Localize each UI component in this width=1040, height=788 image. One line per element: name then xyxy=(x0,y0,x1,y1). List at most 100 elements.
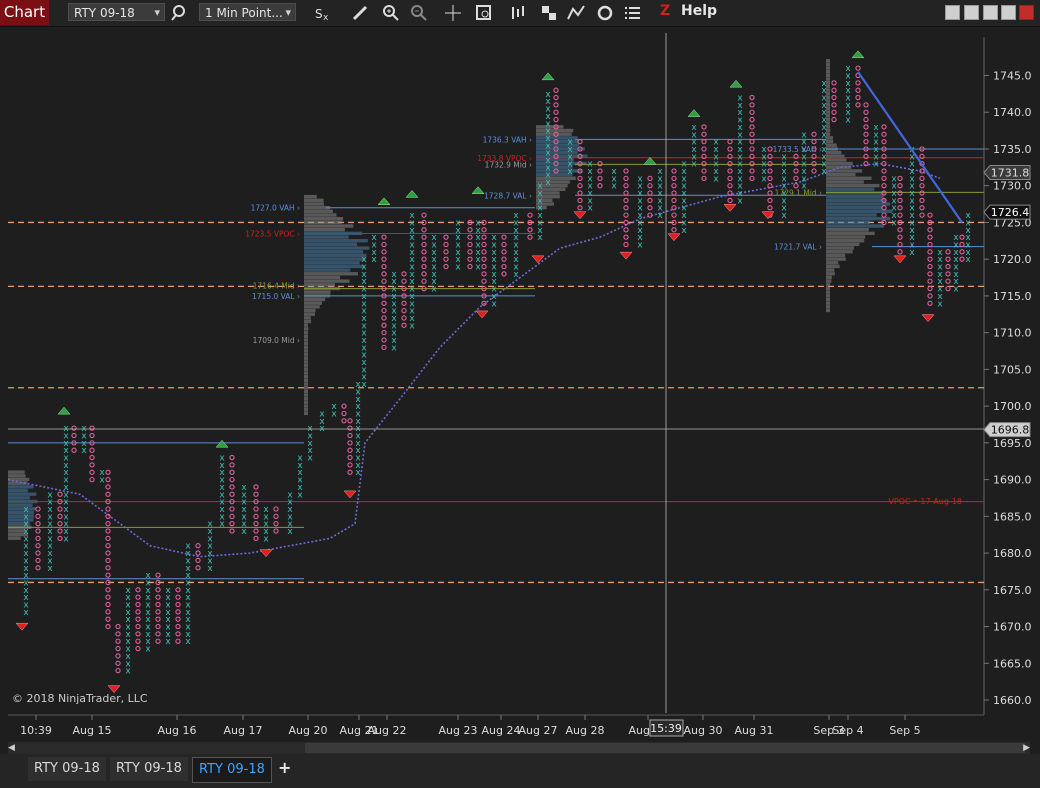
profile-bar xyxy=(304,385,308,390)
window-control-2[interactable] xyxy=(964,5,979,20)
profile-bar xyxy=(826,275,832,280)
close-button[interactable] xyxy=(1019,5,1034,20)
profile-bar xyxy=(304,382,308,386)
price-tick-label: 1670.0 xyxy=(993,621,1032,634)
maximize-button[interactable] xyxy=(1001,5,1016,20)
menu-icon[interactable] xyxy=(623,3,643,23)
profile-label: 1733.5 VAH › xyxy=(773,145,822,154)
profile-bar xyxy=(826,297,830,302)
profile-bar xyxy=(826,209,893,214)
scroll-left-icon[interactable]: ◀ xyxy=(8,743,15,753)
indicators-icon[interactable] xyxy=(566,3,586,23)
time-tick-label: Aug 22 xyxy=(368,724,407,737)
pf-x-box: x xyxy=(23,505,29,515)
price-tick-label: 1710.0 xyxy=(993,327,1032,340)
pf-x-box: x xyxy=(491,233,497,243)
profile-bar xyxy=(826,235,866,239)
horizontal-scrollbar[interactable]: ◀ ▶ xyxy=(8,742,1030,754)
profile-bar xyxy=(826,202,890,206)
price-tick-label: 1700.0 xyxy=(993,400,1032,413)
profile-bar xyxy=(826,62,830,67)
crosshair-time-box: 15:39 xyxy=(649,719,684,737)
pf-x-box: x xyxy=(287,490,293,500)
price-tick-label: 1705.0 xyxy=(993,363,1032,376)
price-tick-label: 1660.0 xyxy=(993,694,1032,707)
profile-bar xyxy=(826,70,830,74)
profile-bar xyxy=(8,496,30,500)
scroll-right-icon[interactable]: ▶ xyxy=(1023,743,1030,753)
instrument-selector[interactable]: RTY 09-18 ▾ xyxy=(68,3,165,21)
price-tick-label: 1740.0 xyxy=(993,106,1032,119)
price-tick-label: 1735.0 xyxy=(993,143,1032,156)
tab-rty-2[interactable]: RTY 09-18 xyxy=(110,757,188,781)
data-box-icon[interactable] xyxy=(474,3,494,23)
refresh-icon[interactable] xyxy=(595,3,615,23)
search-icon[interactable] xyxy=(170,3,190,23)
pf-x-box: x xyxy=(145,571,151,581)
profile-bar xyxy=(826,290,830,294)
profile-label: 1716.4 Mid › xyxy=(253,282,300,291)
chevron-down-icon: ▾ xyxy=(154,6,160,19)
price-marker-label: 1731.8 xyxy=(991,166,1030,179)
profile-bar xyxy=(304,323,308,327)
profile-bar xyxy=(826,308,830,313)
profile-bar xyxy=(304,374,308,379)
pf-x-box: x xyxy=(873,123,879,133)
help-button[interactable]: Help xyxy=(681,3,717,19)
profile-bar xyxy=(536,128,574,133)
profile-bar xyxy=(304,198,324,202)
chart-panel[interactable]: x x x x x x x x x x x x x x x x x x x x x x x x x x x x x x x x x x x x x x x x… xyxy=(0,27,1040,741)
pf-x-box: x xyxy=(637,174,643,184)
properties-icon[interactable] xyxy=(539,3,559,23)
interval-selector[interactable]: 1 Min Point... ▾ xyxy=(199,3,296,21)
time-tick-label: Aug 30 xyxy=(684,724,723,737)
pf-x-box: x xyxy=(845,64,851,74)
pf-x-box: x xyxy=(567,138,573,148)
time-tick-label: Aug 28 xyxy=(566,724,605,737)
profile-bar xyxy=(304,257,366,261)
profile-bar xyxy=(304,250,364,254)
profile-bar xyxy=(8,518,34,522)
profile-bar xyxy=(826,161,853,166)
profile-bar xyxy=(826,294,830,298)
profile-bar xyxy=(826,183,880,188)
pencil-icon[interactable] xyxy=(350,3,370,23)
profile-bar xyxy=(304,275,341,280)
profile-bar xyxy=(826,213,877,217)
bar-type-icon[interactable] xyxy=(508,3,528,23)
zoom-in-icon[interactable] xyxy=(381,3,401,23)
tab-rty-3[interactable]: RTY 09-18 xyxy=(192,757,272,783)
minimize-button[interactable] xyxy=(983,5,998,20)
profile-bar xyxy=(826,139,834,144)
profile-bar xyxy=(304,308,316,313)
z-icon[interactable]: Z xyxy=(660,3,670,19)
profile-bar xyxy=(304,290,331,294)
chart-menu-button[interactable]: Chart xyxy=(0,0,49,25)
profile-bar xyxy=(304,378,308,383)
profile-bar xyxy=(8,510,34,515)
profile-bar xyxy=(826,286,830,291)
zoom-out-icon[interactable] xyxy=(409,3,429,23)
profile-bar xyxy=(826,205,883,210)
window-control-1[interactable] xyxy=(945,5,960,20)
profile-bar xyxy=(8,470,25,474)
profile-bar xyxy=(304,393,308,397)
toolbar: Chart RTY 09-18 ▾ 1 Min Point... ▾ Sx Z He… xyxy=(0,0,1040,27)
pf-x-box: x xyxy=(537,182,543,192)
profile-bar xyxy=(304,216,344,221)
pf-x-box: x xyxy=(263,505,269,515)
time-tick-label: Aug 15 xyxy=(73,724,112,737)
crosshair-icon[interactable] xyxy=(443,3,463,23)
strategy-icon[interactable]: Sx xyxy=(312,3,332,23)
profile-label: 1736.3 VAH › xyxy=(483,135,532,144)
tab-rty-1[interactable]: RTY 09-18 xyxy=(28,757,106,781)
profile-bar xyxy=(826,191,885,195)
profile-bar xyxy=(304,242,358,247)
profile-bar xyxy=(826,169,863,173)
scrollbar-thumb[interactable] xyxy=(305,743,1025,753)
pf-x-box: x xyxy=(219,454,225,464)
pf-x-box: x xyxy=(319,409,325,419)
profile-bar xyxy=(8,503,33,507)
profile-bar xyxy=(826,272,835,276)
add-tab-button[interactable]: + xyxy=(278,758,291,777)
